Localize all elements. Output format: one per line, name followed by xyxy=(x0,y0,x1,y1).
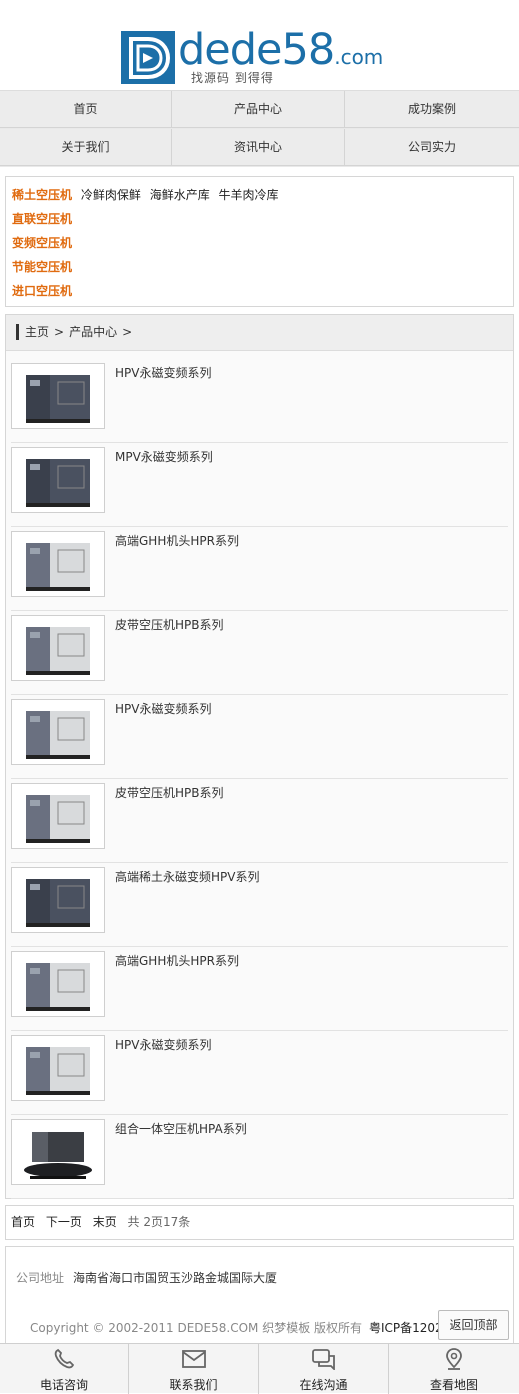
product-image[interactable] xyxy=(11,363,105,429)
product-title[interactable]: 组合一体空压机HPA系列 xyxy=(115,1120,247,1137)
phone-icon xyxy=(54,1348,75,1369)
category-link[interactable]: 进口空压机 xyxy=(12,284,72,298)
category-link[interactable]: 稀土空压机 xyxy=(12,188,72,202)
product-list: HPV永磁变频系列 MPV永磁变频系列高端GHH机头HPR系列 皮带空压机HPB系列… xyxy=(11,359,508,1199)
logo-mark-icon xyxy=(121,31,175,84)
mail-icon xyxy=(181,1350,206,1368)
breadcrumb-marker xyxy=(16,323,19,340)
main-nav: 首页 产品中心 成功案例 关于我们 资讯中心 公司实力 xyxy=(0,90,519,167)
subcategory-link[interactable]: 海鲜水产库 xyxy=(150,188,210,202)
copyright: Copyright © 2002-2011 DEDE58.COM 织梦模板 版权… xyxy=(30,1321,363,1335)
product-title[interactable]: MPV永磁变频系列 xyxy=(115,448,213,465)
product-image[interactable] xyxy=(11,783,105,849)
product-item[interactable]: MPV永磁变频系列 xyxy=(11,443,508,527)
product-item[interactable]: HPV永磁变频系列 xyxy=(11,695,508,779)
product-item[interactable]: 组合一体空压机HPA系列 xyxy=(11,1115,508,1199)
product-title[interactable]: 皮带空压机HPB系列 xyxy=(115,784,224,801)
product-item[interactable]: 高端稀土永磁变频HPV系列 xyxy=(11,863,508,947)
header: dede58.com 找源码 到得得 xyxy=(0,0,519,90)
product-title[interactable]: 高端GHH机头HPR系列 xyxy=(115,952,239,969)
call-button[interactable]: 电话咨询 xyxy=(0,1344,129,1394)
subcategory-link[interactable]: 冷鲜肉保鲜 xyxy=(81,188,141,202)
breadcrumb-separator: > xyxy=(122,325,133,339)
nav-item-home[interactable]: 首页 xyxy=(0,91,172,128)
product-item[interactable]: 高端GHH机头HPR系列 xyxy=(11,947,508,1031)
subcategory-link[interactable]: 牛羊肉冷库 xyxy=(219,188,279,202)
chat-button[interactable]: 在线沟通 xyxy=(259,1344,389,1394)
contact-button[interactable]: 联系我们 xyxy=(129,1344,259,1394)
chat-icon xyxy=(311,1349,335,1370)
page-first-link[interactable]: 首页 xyxy=(11,1215,35,1229)
breadcrumb-separator: > xyxy=(54,325,65,339)
product-title[interactable]: 高端GHH机头HPR系列 xyxy=(115,532,239,549)
product-image[interactable] xyxy=(11,1035,105,1101)
footer: 公司地址 海南省海口市国贸玉沙路金城国际大厦 Copyright © 2002-2… xyxy=(5,1246,514,1346)
product-image[interactable] xyxy=(11,951,105,1017)
product-image[interactable] xyxy=(11,867,105,933)
back-to-top-button[interactable]: 返回顶部 xyxy=(438,1310,509,1340)
map-pin-icon xyxy=(446,1348,462,1370)
category-box: 稀土空压机 冷鲜肉保鲜 海鲜水产库 牛羊肉冷库 直联空压机 变频空压机 节能空压… xyxy=(5,176,514,307)
product-title[interactable]: HPV永磁变频系列 xyxy=(115,1036,211,1053)
nav-item-strength[interactable]: 公司实力 xyxy=(345,129,519,166)
product-title[interactable]: HPV永磁变频系列 xyxy=(115,364,211,381)
product-item[interactable]: HPV永磁变频系列 xyxy=(11,359,508,443)
product-item[interactable]: 高端GHH机头HPR系列 xyxy=(11,527,508,611)
product-image[interactable] xyxy=(11,1119,105,1185)
product-panel: 主页 > 产品中心 > HPV永磁变频系列 MPV永磁变频系列高端GHH机头HPR系列皮… xyxy=(5,314,514,1199)
bottom-bar-label: 联系我们 xyxy=(169,1378,218,1392)
product-image[interactable] xyxy=(11,615,105,681)
nav-item-about[interactable]: 关于我们 xyxy=(0,129,172,166)
nav-item-products[interactable]: 产品中心 xyxy=(172,91,345,128)
category-row: 节能空压机 xyxy=(12,258,72,275)
bottom-action-bar: 电话咨询 联系我们 在线沟通 查看地图 xyxy=(0,1343,519,1394)
page-last-link[interactable]: 末页 xyxy=(93,1215,117,1229)
category-link[interactable]: 节能空压机 xyxy=(12,260,72,274)
nav-item-news[interactable]: 资讯中心 xyxy=(172,129,345,166)
bottom-bar-label: 查看地图 xyxy=(429,1378,478,1392)
logo-slogan: 找源码 到得得 xyxy=(191,71,274,85)
product-title[interactable]: HPV永磁变频系列 xyxy=(115,700,211,717)
product-title[interactable]: 高端稀土永磁变频HPV系列 xyxy=(115,868,259,885)
product-image[interactable] xyxy=(11,699,105,765)
breadcrumb-section[interactable]: 产品中心 xyxy=(69,325,117,339)
category-link[interactable]: 变频空压机 xyxy=(12,236,72,250)
map-button[interactable]: 查看地图 xyxy=(389,1344,519,1394)
product-image[interactable] xyxy=(11,447,105,513)
page-next-link[interactable]: 下一页 xyxy=(46,1215,82,1229)
category-row: 变频空压机 xyxy=(12,234,72,251)
product-item[interactable]: 皮带空压机HPB系列 xyxy=(11,779,508,863)
bottom-bar-label: 电话咨询 xyxy=(39,1378,88,1392)
address-label: 公司地址 xyxy=(16,1271,65,1285)
address-value: 海南省海口市国贸玉沙路金城国际大厦 xyxy=(73,1271,278,1285)
breadcrumb: 主页 > 产品中心 > xyxy=(6,315,513,351)
category-link[interactable]: 直联空压机 xyxy=(12,212,72,226)
company-address: 公司地址 海南省海口市国贸玉沙路金城国际大厦 xyxy=(16,1269,277,1286)
category-row: 直联空压机 xyxy=(12,210,72,227)
product-item[interactable]: 皮带空压机HPB系列 xyxy=(11,611,508,695)
product-item[interactable]: HPV永磁变频系列 xyxy=(11,1031,508,1115)
icp-number[interactable]: 粤ICP备1202 xyxy=(369,1319,441,1336)
breadcrumb-home[interactable]: 主页 xyxy=(25,325,49,339)
product-title[interactable]: 皮带空压机HPB系列 xyxy=(115,616,224,633)
category-row: 进口空压机 xyxy=(12,282,72,299)
site-logo[interactable]: dede58.com 找源码 到得得 xyxy=(121,25,396,87)
product-image[interactable] xyxy=(11,531,105,597)
bottom-bar-label: 在线沟通 xyxy=(299,1378,348,1392)
page-info: 共 2页17条 xyxy=(127,1215,191,1229)
nav-item-cases[interactable]: 成功案例 xyxy=(345,91,519,128)
category-row: 稀土空压机 冷鲜肉保鲜 海鲜水产库 牛羊肉冷库 xyxy=(12,186,279,203)
pagination: 首页 下一页 末页 共 2页17条 xyxy=(5,1205,514,1240)
